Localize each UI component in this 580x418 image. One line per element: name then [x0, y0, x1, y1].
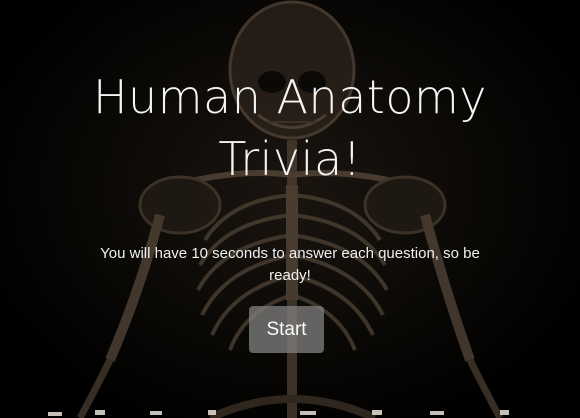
trivia-start-screen: Human Anatomy Trivia! You will have 10 s…	[0, 0, 580, 418]
start-button[interactable]: Start	[249, 306, 324, 353]
intro-panel: Human Anatomy Trivia! You will have 10 s…	[0, 0, 580, 418]
page-title: Human Anatomy Trivia!	[92, 70, 488, 186]
instructions-text: You will have 10 seconds to answer each …	[100, 245, 480, 284]
